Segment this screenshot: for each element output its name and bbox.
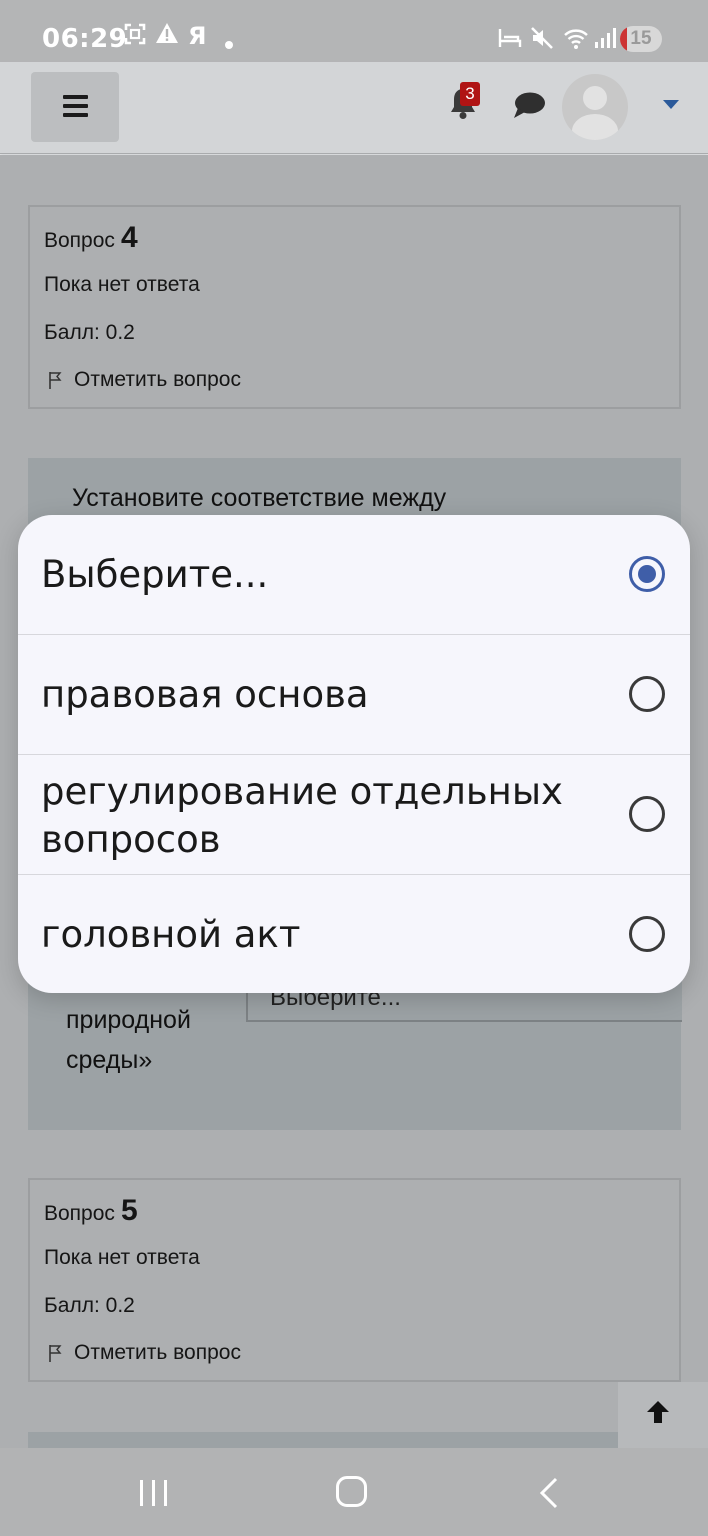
warning-icon bbox=[155, 22, 179, 50]
next-question-formulation bbox=[28, 1432, 618, 1448]
dot-icon bbox=[224, 28, 234, 56]
flag-icon[interactable] bbox=[48, 371, 62, 389]
radio-icon[interactable] bbox=[629, 796, 665, 832]
option-label: Выберите... bbox=[41, 553, 269, 596]
option-item[interactable]: правовая основа bbox=[18, 635, 690, 755]
radio-selected-icon[interactable] bbox=[629, 556, 665, 592]
question-info-4: Вопрос 4 Пока нет ответа Балл: 0.2 Отмет… bbox=[28, 205, 681, 409]
question-number: 5 bbox=[121, 1194, 138, 1227]
option-item[interactable]: головной акт bbox=[18, 875, 690, 993]
match-stem: природной среды» bbox=[66, 1000, 191, 1080]
screenshot-icon bbox=[123, 22, 147, 52]
radio-icon[interactable] bbox=[629, 916, 665, 952]
top-navbar: 3 bbox=[0, 62, 708, 154]
question-label: Вопрос bbox=[44, 229, 115, 252]
option-item[interactable]: регулирование отдельных вопросов bbox=[18, 755, 690, 875]
stem-line: среды» bbox=[66, 1046, 153, 1074]
option-label: головной акт bbox=[41, 913, 301, 956]
arrow-up-icon bbox=[647, 1401, 669, 1423]
question-number: 4 bbox=[121, 221, 138, 254]
flag-question-link[interactable]: Отметить вопрос bbox=[74, 1341, 241, 1365]
menu-button[interactable] bbox=[31, 72, 119, 142]
notification-badge: 3 bbox=[460, 82, 480, 106]
home-icon[interactable] bbox=[336, 1476, 367, 1507]
chevron-down-icon[interactable] bbox=[663, 100, 679, 109]
battery-indicator: 15 bbox=[620, 26, 662, 52]
select-options-popup: Выберите... правовая основа регулировани… bbox=[18, 515, 690, 993]
option-item[interactable]: Выберите... bbox=[18, 515, 690, 635]
flag-icon[interactable] bbox=[48, 1344, 62, 1362]
status-time: 06:29 bbox=[42, 24, 128, 54]
question-label: Вопрос bbox=[44, 1202, 115, 1225]
wifi-icon bbox=[563, 26, 591, 56]
bed-icon bbox=[498, 27, 522, 55]
question-text: Установите соответствие между bbox=[72, 484, 447, 512]
question-state: Пока нет ответа bbox=[44, 1246, 200, 1269]
question-grade: Балл: 0.2 bbox=[44, 1294, 135, 1317]
yandex-icon: Я bbox=[188, 22, 207, 50]
option-label: правовая основа bbox=[41, 673, 369, 716]
question-grade: Балл: 0.2 bbox=[44, 321, 135, 344]
option-label: регулирование отдельных вопросов bbox=[41, 770, 563, 861]
chat-icon[interactable] bbox=[512, 90, 546, 120]
avatar[interactable] bbox=[562, 74, 628, 140]
scroll-to-top-button[interactable] bbox=[618, 1382, 708, 1448]
stem-line: природной bbox=[66, 1006, 191, 1034]
back-icon[interactable] bbox=[538, 1476, 560, 1510]
flag-question-link[interactable]: Отметить вопрос bbox=[74, 368, 241, 392]
recent-apps-icon[interactable] bbox=[140, 1480, 168, 1506]
question-info-5: Вопрос 5 Пока нет ответа Балл: 0.2 Отмет… bbox=[28, 1178, 681, 1382]
question-state: Пока нет ответа bbox=[44, 273, 200, 296]
radio-icon[interactable] bbox=[629, 676, 665, 712]
signal-icon bbox=[594, 26, 616, 54]
system-navigation-bar bbox=[0, 1448, 708, 1536]
mute-icon bbox=[530, 26, 554, 56]
